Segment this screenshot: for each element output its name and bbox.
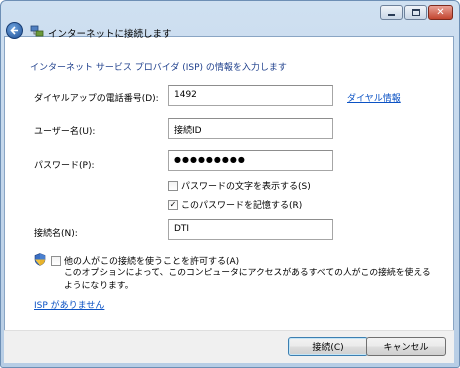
- remember-password-checkbox[interactable]: ✓: [168, 199, 178, 210]
- allow-others-checkbox[interactable]: [51, 255, 61, 266]
- uac-shield-icon: [34, 253, 46, 266]
- show-chars-label: パスワードの文字を表示する(S): [181, 182, 311, 192]
- cancel-button[interactable]: キャンセル: [366, 337, 446, 356]
- allow-others-label: 他の人がこの接続を使うことを許可する(A): [64, 257, 240, 267]
- phone-label: ダイヤルアップの電話番号(D):: [34, 94, 159, 104]
- no-isp-link[interactable]: ISP がありません: [34, 298, 104, 311]
- dialing-rules-link[interactable]: ダイヤル情報: [347, 91, 401, 104]
- maximize-icon: [411, 9, 420, 16]
- close-button[interactable]: ✕: [428, 5, 453, 20]
- remember-password-checkbox-row[interactable]: ✓ このパスワードを記憶する(R): [168, 198, 302, 211]
- dialog-title: インターネットに接続します: [48, 29, 172, 40]
- back-button[interactable]: [6, 22, 23, 39]
- check-mark-icon: ✓: [169, 199, 177, 209]
- connect-button[interactable]: 接続(C): [288, 337, 368, 356]
- allow-others-description: このオプションによって、このコンピュータにアクセスがあるすべての人がこの接続を使…: [64, 268, 431, 291]
- maximize-button[interactable]: [404, 5, 427, 20]
- phone-number-input[interactable]: 1492: [168, 85, 333, 106]
- back-arrow-icon: [10, 26, 18, 35]
- username-input[interactable]: 接続ID: [168, 118, 333, 139]
- password-input[interactable]: ●●●●●●●●●: [168, 150, 333, 171]
- minimize-button[interactable]: [380, 5, 403, 20]
- password-label: パスワード(P):: [34, 161, 95, 171]
- minimize-icon: [388, 14, 395, 16]
- close-icon: ✕: [436, 6, 445, 18]
- show-chars-checkbox-row[interactable]: パスワードの文字を表示する(S): [168, 179, 311, 192]
- connection-name-input[interactable]: DTI: [168, 219, 333, 240]
- connection-name-label: 接続名(N):: [34, 229, 78, 239]
- username-label: ユーザー名(U):: [34, 127, 96, 137]
- caption-buttons: ✕: [380, 5, 453, 20]
- page-header: インターネット サービス プロバイダ (ISP) の情報を入力します: [30, 63, 287, 73]
- allow-others-checkbox-row[interactable]: 他の人がこの接続を使うことを許可する(A): [51, 254, 239, 267]
- network-connection-icon: [30, 25, 44, 37]
- show-chars-checkbox[interactable]: [168, 180, 178, 191]
- remember-password-label: このパスワードを記憶する(R): [181, 201, 303, 211]
